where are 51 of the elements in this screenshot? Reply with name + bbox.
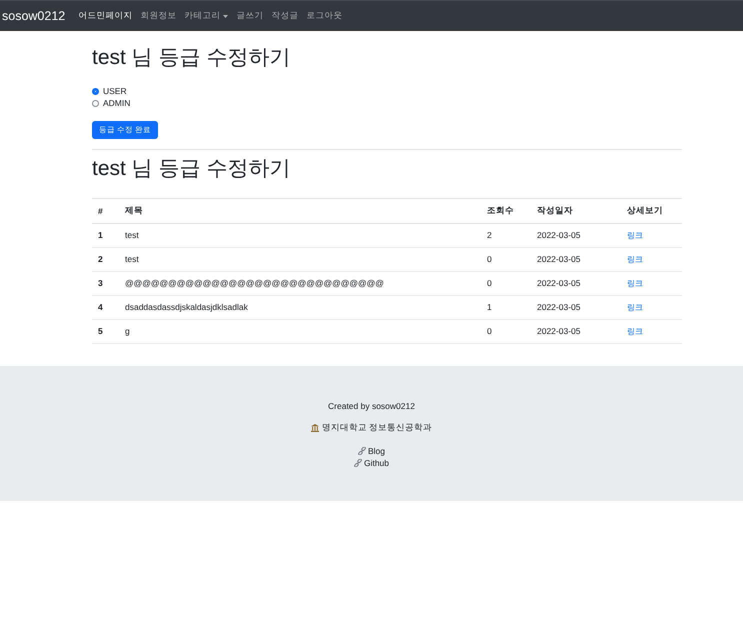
detail-link[interactable]: 링크 — [627, 230, 643, 240]
nav-link[interactable]: 회원정보 — [140, 10, 176, 22]
section-heading: test 님 등급 수정하기 — [92, 156, 292, 182]
date-cell: 2022-03-05 — [531, 295, 621, 320]
row-number: 5 — [92, 319, 119, 344]
views-cell: 2 — [481, 223, 531, 248]
title-cell: dsaddasdassdjskaldasjdklsadlak — [119, 295, 481, 320]
nav-link[interactable]: 작성글 — [271, 10, 298, 22]
detail-link[interactable]: 링크 — [627, 302, 643, 312]
column-header: 제목 — [119, 198, 481, 224]
date-cell: 2022-03-05 — [531, 247, 621, 272]
brand-link[interactable]: sosow0212 — [2, 9, 66, 23]
radio-button[interactable] — [92, 88, 99, 95]
nav-link[interactable]: 글쓰기 — [236, 10, 264, 22]
views-cell: 0 — [481, 271, 531, 296]
column-header: 상세보기 — [621, 198, 682, 224]
date-cell: 2022-03-05 — [531, 319, 621, 344]
building-icon — [310, 424, 319, 432]
title-cell: test — [119, 223, 481, 248]
title-cell: test — [119, 247, 481, 272]
detail-link[interactable]: 링크 — [627, 326, 643, 336]
row-number: 3 — [92, 271, 119, 296]
views-cell: 1 — [481, 295, 531, 320]
credit-text: Created by sosow0212 — [328, 400, 415, 411]
link-icon — [354, 458, 362, 467]
footer-link[interactable]: Blog — [358, 444, 385, 457]
row-number: 2 — [92, 247, 119, 272]
views-cell: 0 — [481, 247, 531, 272]
radio-label: ADMIN — [103, 98, 130, 108]
radio-label: USER — [103, 86, 127, 96]
nav-dropdown[interactable]: 카테고리 — [184, 10, 228, 22]
link-icon — [358, 446, 366, 455]
radio-button[interactable] — [92, 100, 99, 107]
title-cell: g — [119, 319, 481, 344]
date-cell: 2022-03-05 — [531, 223, 621, 248]
column-header: 조회수 — [481, 198, 531, 224]
row-number: 1 — [92, 223, 119, 248]
caret-icon — [223, 14, 228, 18]
row-number: 4 — [92, 295, 119, 320]
column-header: 작성일자 — [531, 198, 621, 224]
school-text: 명지대학교 정보통신공학과 — [322, 422, 432, 434]
footer-link[interactable]: Github — [354, 456, 390, 469]
column-header: # — [92, 198, 119, 224]
detail-link[interactable]: 링크 — [627, 278, 643, 288]
detail-link[interactable]: 링크 — [627, 254, 643, 264]
nav-link[interactable]: 로그아웃 — [306, 10, 342, 22]
page-heading: test 님 등급 수정하기 — [92, 45, 292, 71]
nav-link[interactable]: 어드민페이지 — [78, 10, 132, 22]
views-cell: 0 — [481, 319, 531, 344]
title-cell: @@@@@@@@@@@@@@@@@@@@@@@@@@@@@@ — [119, 271, 481, 296]
date-cell: 2022-03-05 — [531, 271, 621, 296]
